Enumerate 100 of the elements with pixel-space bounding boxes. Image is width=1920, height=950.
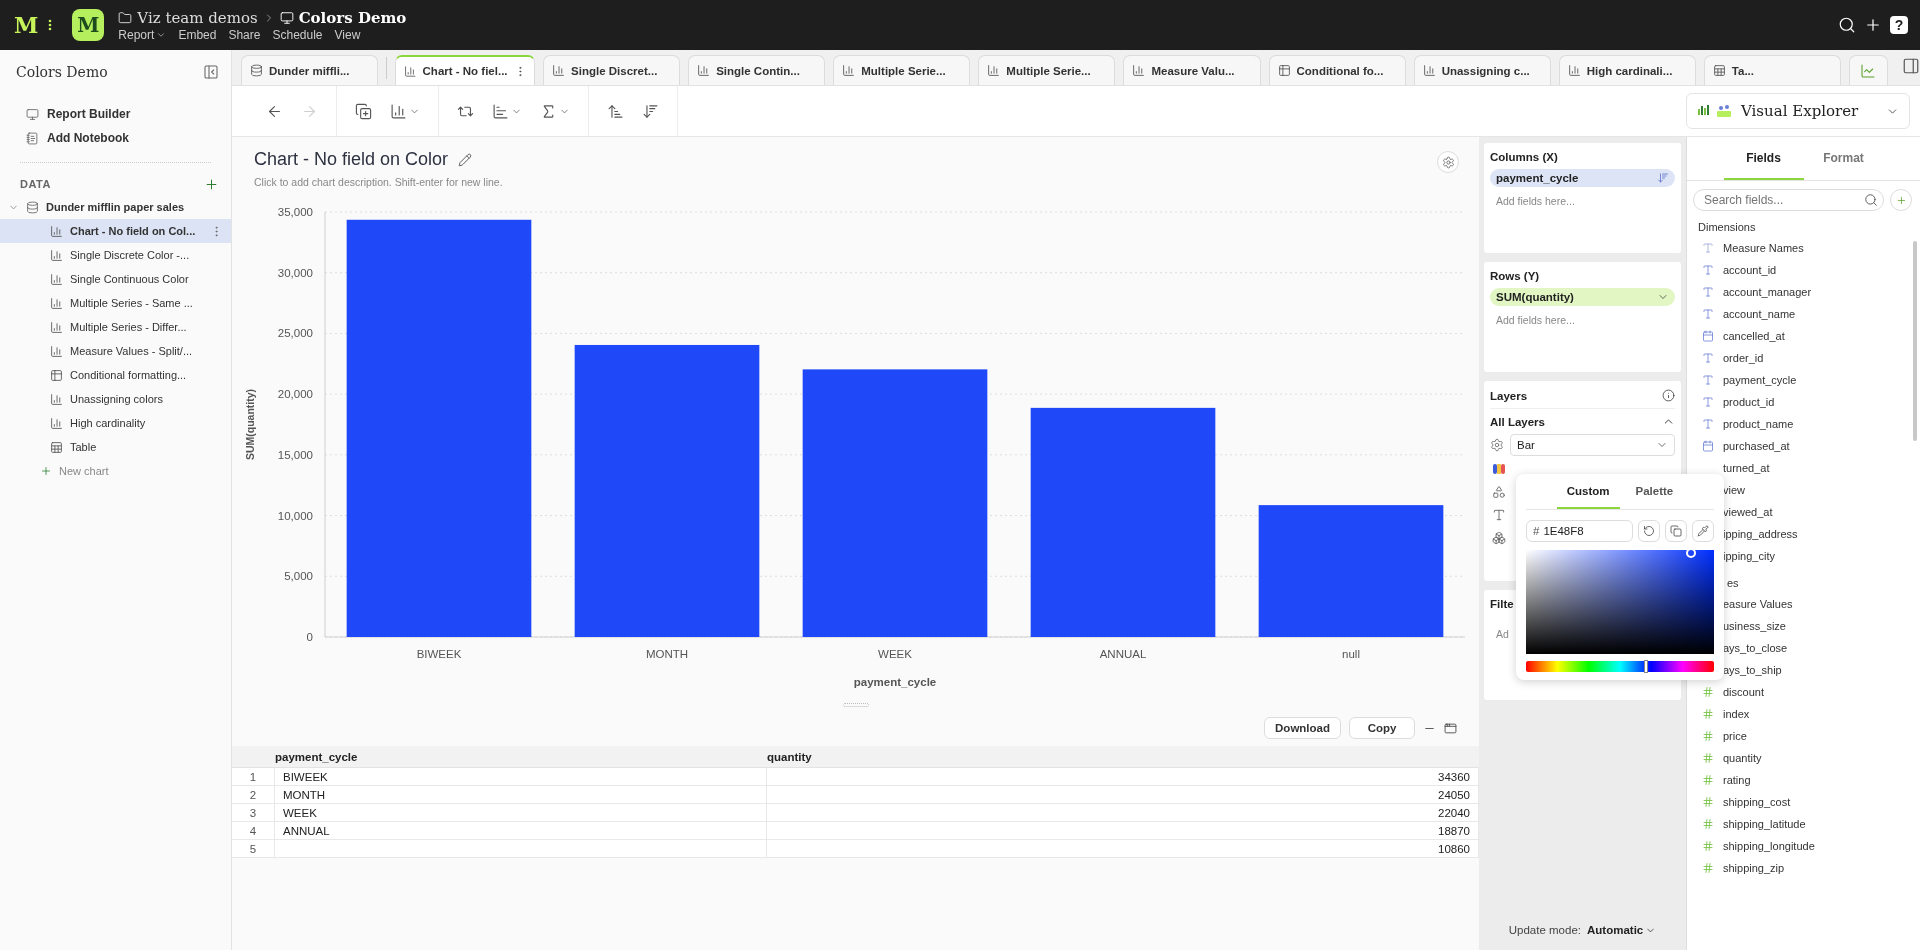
resize-handle[interactable] xyxy=(842,703,869,707)
field-item[interactable]: rating xyxy=(1723,774,1751,786)
field-item[interactable]: ays_to_ship xyxy=(1723,664,1782,676)
field-item[interactable]: usiness_size xyxy=(1723,620,1786,632)
tab[interactable]: Conditional fo... xyxy=(1268,55,1406,85)
field-item[interactable]: price xyxy=(1723,730,1747,742)
tab[interactable]: Custom xyxy=(1556,474,1620,509)
text-type-icon[interactable] xyxy=(1492,508,1506,522)
chart-description[interactable]: Click to add chart description. Shift-enter for new line. xyxy=(254,176,503,188)
app-logo[interactable]: M xyxy=(72,9,105,41)
field-item[interactable]: turned_at xyxy=(1723,462,1770,474)
menu-item[interactable]: Embed xyxy=(178,27,217,42)
mark-type-select[interactable]: Bar xyxy=(1510,434,1675,456)
tab[interactable]: Single Contin... xyxy=(688,55,826,85)
hue-slider[interactable] xyxy=(1526,661,1714,672)
tree-item[interactable]: Single Discrete Color -... xyxy=(0,243,231,267)
field-pill[interactable]: payment_cycle xyxy=(1490,169,1675,187)
search-icon[interactable] xyxy=(1838,16,1856,34)
collapse-panel-icon[interactable] xyxy=(203,64,219,80)
field-item[interactable]: ays_to_close xyxy=(1723,642,1788,654)
field-item[interactable]: purchased_at xyxy=(1723,440,1790,452)
copy-plus-icon[interactable] xyxy=(355,102,372,120)
field-item[interactable]: ipping_address xyxy=(1723,528,1798,540)
field-item[interactable]: ipping_city xyxy=(1723,550,1775,562)
eyedropper-button[interactable] xyxy=(1692,520,1714,542)
tab[interactable]: Chart - No fiel... xyxy=(395,55,536,85)
plus-icon[interactable] xyxy=(204,176,219,192)
sort-ascending-icon[interactable] xyxy=(607,102,624,120)
tab[interactable]: Palette xyxy=(1625,474,1684,509)
reset-button[interactable] xyxy=(1638,520,1660,542)
column-header[interactable]: quantity xyxy=(767,750,812,763)
field-item[interactable]: discount xyxy=(1723,686,1764,698)
visual-explorer-dropdown[interactable]: Visual Explorer xyxy=(1686,93,1910,129)
sort-descending-icon[interactable] xyxy=(642,102,659,120)
field-item[interactable]: Measure Names xyxy=(1723,242,1804,254)
scrollbar[interactable] xyxy=(1913,241,1917,441)
palette-icon[interactable] xyxy=(1492,462,1506,476)
drop-zone[interactable]: Add fields here... xyxy=(1490,312,1581,328)
new-chart-link[interactable]: New chart xyxy=(59,465,109,477)
color-thumb[interactable] xyxy=(1686,547,1697,558)
tab[interactable]: High cardinali... xyxy=(1558,55,1696,85)
field-pill[interactable]: SUM(quantity) xyxy=(1490,288,1675,306)
tab[interactable]: Dunder miffli... xyxy=(241,55,379,85)
field-item[interactable]: quantity xyxy=(1723,752,1762,764)
tab[interactable]: Unassigning c... xyxy=(1413,55,1551,85)
field-item[interactable]: index xyxy=(1723,708,1750,720)
tree-item[interactable]: Multiple Series - Differ... xyxy=(0,315,231,339)
column-header[interactable]: payment_cycle xyxy=(275,750,358,763)
field-item[interactable]: viewed_at xyxy=(1723,506,1773,518)
chart-title[interactable]: Chart - No field on Color xyxy=(254,149,449,170)
field-item[interactable]: cancelled_at xyxy=(1723,330,1785,342)
sidebar-link[interactable]: Add Notebook xyxy=(47,131,129,145)
toolbar-button[interactable]: Copy xyxy=(1349,717,1415,739)
tree-item[interactable]: Table xyxy=(0,435,231,459)
brand-logo[interactable]: M xyxy=(14,12,39,38)
drop-zone[interactable]: Add fields here... xyxy=(1490,193,1581,209)
breadcrumb-item[interactable]: Colors Demo xyxy=(298,8,407,27)
pencil-icon[interactable] xyxy=(458,152,473,167)
panel-toggle-icon[interactable] xyxy=(1902,56,1920,75)
tab[interactable]: Format xyxy=(1803,137,1884,180)
tree-item[interactable]: Unassigning colors xyxy=(0,387,231,411)
menu-item[interactable]: Share xyxy=(228,27,261,42)
tree-item[interactable]: Dunder mifflin paper sales xyxy=(46,201,223,213)
gear-icon[interactable] xyxy=(1490,438,1504,452)
tree-item[interactable]: Chart - No field on Col... xyxy=(0,219,231,243)
add-chart-icon[interactable] xyxy=(1860,62,1877,79)
field-item[interactable]: payment_cycle xyxy=(1723,374,1797,386)
shapes-icon[interactable] xyxy=(1492,485,1506,499)
tree-item[interactable]: Multiple Series - Same ... xyxy=(0,291,231,315)
settings-button[interactable] xyxy=(1437,151,1459,173)
layer-group-title[interactable]: All Layers xyxy=(1490,415,1545,428)
toolbar-button[interactable]: Download xyxy=(1264,717,1341,739)
field-item[interactable]: account_manager xyxy=(1723,286,1812,298)
tab[interactable]: Ta... xyxy=(1703,55,1841,85)
update-mode-dropdown[interactable]: Automatic xyxy=(1587,924,1657,936)
field-item[interactable]: shipping_latitude xyxy=(1723,818,1806,830)
field-item[interactable]: shipping_longitude xyxy=(1723,840,1815,852)
tab[interactable]: Multiple Serie... xyxy=(978,55,1116,85)
field-item[interactable]: view xyxy=(1723,484,1745,496)
field-item[interactable]: shipping_cost xyxy=(1723,796,1791,808)
tree-item[interactable]: Conditional formatting... xyxy=(0,363,231,387)
boxes-icon[interactable] xyxy=(1492,531,1506,545)
tree-item[interactable]: High cardinality xyxy=(0,411,231,435)
field-item[interactable]: easure Values xyxy=(1723,598,1793,610)
horizontal-bar-chart-icon[interactable] xyxy=(492,102,509,120)
field-item[interactable]: account_name xyxy=(1723,308,1796,320)
maximize-icon[interactable] xyxy=(1444,721,1457,735)
breadcrumb-item[interactable]: Viz team demos xyxy=(137,8,258,27)
drop-zone[interactable]: Ad xyxy=(1490,626,1515,642)
field-item[interactable]: order_id xyxy=(1723,352,1764,364)
plus-icon[interactable] xyxy=(1864,16,1882,34)
hue-thumb[interactable] xyxy=(1643,660,1648,673)
hex-field[interactable]: # 1E48F8 xyxy=(1526,520,1633,542)
sidebar-link[interactable]: Report Builder xyxy=(47,107,131,121)
tab[interactable]: Single Discret... xyxy=(543,55,681,85)
search-field[interactable]: Search fields... xyxy=(1693,189,1884,211)
field-item[interactable]: shipping_zip xyxy=(1723,862,1785,874)
field-item[interactable]: product_id xyxy=(1723,396,1775,408)
menu-item[interactable]: Report xyxy=(118,27,167,42)
saturation-area[interactable] xyxy=(1526,550,1714,654)
